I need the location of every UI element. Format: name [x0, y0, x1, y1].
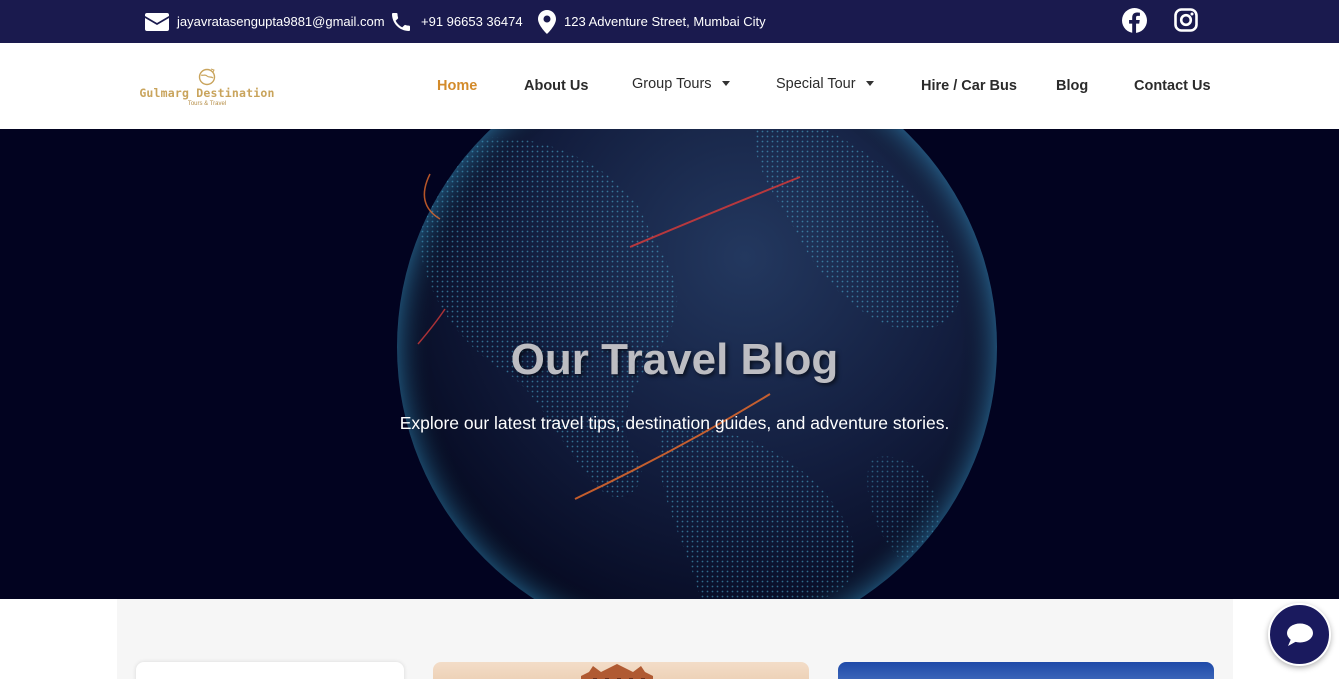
nav-about-label[interactable]: About Us — [524, 78, 588, 94]
nav-home[interactable]: Home — [437, 43, 477, 129]
nav-special-tour-label[interactable]: Special Tour — [776, 76, 856, 92]
logo-title: Gulmarg Destination — [139, 85, 275, 100]
hero-banner: Our Travel Blog Explore our latest trave… — [0, 129, 1339, 599]
top-contact-bar: jayavratasengupta9881@gmail.com +91 9665… — [0, 0, 1339, 43]
address-contact: 123 Adventure Street, Mumbai City — [538, 0, 766, 43]
instagram-link[interactable] — [1173, 7, 1199, 33]
blog-sidebar-card — [136, 662, 404, 679]
chevron-down-icon — [865, 80, 874, 86]
blog-card-image[interactable] — [433, 662, 809, 679]
nav-contact-label[interactable]: Contact Us — [1134, 78, 1211, 94]
logo-subtitle: Tours & Travel — [187, 100, 227, 107]
blog-card-image[interactable] — [838, 662, 1214, 679]
nav-blog[interactable]: Blog — [1056, 43, 1088, 129]
envelope-icon — [145, 12, 169, 31]
email-text[interactable]: jayavratasengupta9881@gmail.com — [177, 14, 385, 29]
chat-icon — [1286, 623, 1313, 646]
nav-special-tour[interactable]: Special Tour — [776, 41, 874, 127]
main-navbar: Gulmarg Destination Tours & Travel Home … — [0, 43, 1339, 129]
phone-icon — [392, 12, 410, 31]
hero-subtitle: Explore our latest travel tips, destinat… — [399, 413, 950, 433]
nav-hire-car-bus[interactable]: Hire / Car Bus — [921, 43, 1017, 129]
facebook-link[interactable] — [1121, 7, 1147, 33]
phone-text[interactable]: +91 96653 36474 — [421, 14, 523, 29]
nav-hire-label[interactable]: Hire / Car Bus — [921, 78, 1017, 94]
nav-group-tours-label[interactable]: Group Tours — [632, 76, 712, 92]
map-pin-icon — [538, 9, 556, 34]
chevron-down-icon — [721, 80, 730, 86]
blog-content-section — [117, 599, 1233, 679]
globe-logo-icon — [198, 68, 216, 85]
nav-home-label[interactable]: Home — [437, 78, 477, 94]
address-text: 123 Adventure Street, Mumbai City — [564, 14, 766, 29]
chat-button[interactable] — [1268, 603, 1331, 666]
palace-image — [581, 664, 653, 679]
nav-contact-us[interactable]: Contact Us — [1134, 43, 1211, 129]
nav-blog-label[interactable]: Blog — [1056, 78, 1088, 94]
nav-group-tours[interactable]: Group Tours — [632, 41, 730, 127]
nav-about-us[interactable]: About Us — [524, 43, 588, 129]
facebook-icon — [1121, 7, 1147, 33]
phone-contact[interactable]: +91 96653 36474 — [389, 0, 523, 43]
site-logo[interactable]: Gulmarg Destination Tours & Travel — [132, 55, 282, 119]
instagram-icon — [1174, 8, 1198, 32]
hero-title: Our Travel Blog — [510, 335, 839, 384]
email-contact[interactable]: jayavratasengupta9881@gmail.com — [145, 0, 385, 43]
